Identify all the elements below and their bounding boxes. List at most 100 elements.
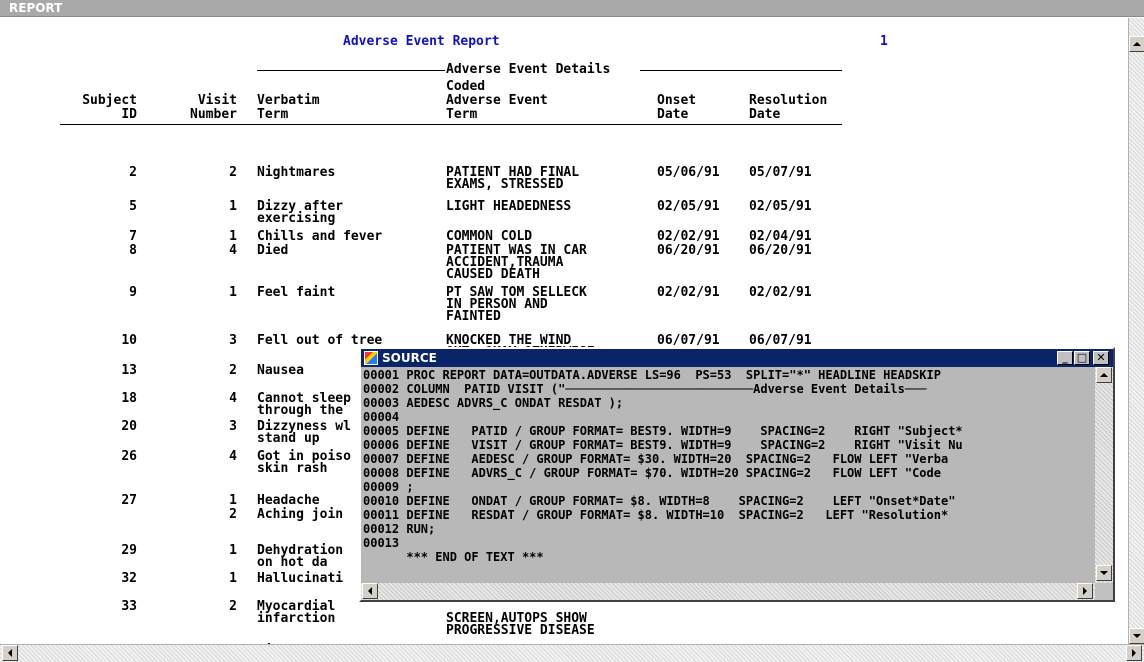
cell-visit: 2 (229, 363, 237, 378)
code-line[interactable]: 00012 RUN; (363, 523, 435, 535)
report-window-title: REPORT (0, 0, 1144, 17)
scroll-right-button[interactable] (1126, 645, 1142, 661)
cell-verbatim-cont: through the (257, 403, 344, 418)
col-header-coded-2: Adverse Event (446, 93, 548, 108)
cell-verbatim: Fell out of tree (257, 333, 383, 348)
cell-subject: 20 (121, 419, 137, 434)
cell-visit: 2 (229, 507, 237, 522)
group-header-rule-right (640, 70, 842, 71)
code-line[interactable]: 00011 DEFINE RESDAT / GROUP FORMAT= $8. … (363, 509, 948, 521)
source-vertical-scrollbar[interactable] (1095, 367, 1113, 583)
source-scroll-right-button[interactable] (1077, 583, 1093, 599)
left-arrow-icon (8, 649, 12, 657)
down-arrow-icon (1133, 634, 1141, 638)
cell-visit: 1 (229, 493, 237, 508)
close-button[interactable]: ✕ (1093, 351, 1109, 365)
cell-coded-cont: PROGRESSIVE DISEASE (446, 623, 595, 638)
cell-visit: 1 (229, 285, 237, 300)
cell-verbatim: Nightmares (257, 165, 336, 180)
report-title: Adverse Event Report (343, 34, 500, 49)
page-number: 1 (880, 34, 888, 49)
scroll-down-button[interactable] (1129, 628, 1144, 644)
cell-onset: 06/20/91 (657, 243, 720, 258)
code-line[interactable]: 00008 DEFINE ADVRS_C / GROUP FORMAT= $70… (363, 467, 941, 479)
cell-visit: 3 (229, 333, 237, 348)
report-vertical-scrollbar[interactable] (1128, 18, 1144, 644)
code-line[interactable]: 00004 (363, 411, 399, 423)
code-line[interactable]: 00002 COLUMN PATID VISIT ("─────────────… (363, 383, 927, 395)
cell-subject: 2 (129, 165, 137, 180)
cell-subject: 13 (121, 363, 137, 378)
cell-subject: 8 (129, 243, 137, 258)
sas-app-icon (364, 351, 378, 365)
source-code-editor[interactable]: 00001 PROC REPORT DATA=OUTDATA.ADVERSE L… (361, 367, 1095, 583)
maximize-button[interactable]: □ (1074, 351, 1090, 365)
cell-onset: 02/05/91 (657, 199, 720, 214)
source-scroll-down-button[interactable] (1096, 565, 1112, 581)
cell-subject: 7 (129, 229, 137, 244)
col-header-subject-2: ID (121, 107, 137, 122)
code-line[interactable]: 00010 DEFINE ONDAT / GROUP FORMAT= $8. W… (363, 495, 955, 507)
group-header: Adverse Event Details (446, 62, 611, 77)
source-horizontal-scrollbar[interactable] (361, 583, 1095, 600)
source-window-title: SOURCE (382, 351, 437, 365)
report-horizontal-scrollbar[interactable] (0, 644, 1144, 662)
down-arrow-icon (1100, 571, 1108, 575)
up-arrow-icon (1133, 42, 1141, 46)
cell-resolution: 05/07/91 (749, 165, 812, 180)
cell-subject: 9 (129, 285, 137, 300)
cell-verbatim: Headache (257, 493, 320, 508)
up-arrow-icon (1100, 373, 1108, 377)
col-header-verbatim-1: Verbatim (257, 93, 320, 108)
col-header-onset-1: Onset (657, 93, 697, 108)
cell-subject: 10 (121, 333, 137, 348)
cell-subject: 5 (129, 199, 137, 214)
header-underline (60, 124, 842, 125)
code-line[interactable]: 00005 DEFINE PATID / GROUP FORMAT= BEST9… (363, 425, 963, 437)
cell-verbatim-cont: exercising (257, 211, 336, 226)
col-header-visit-1: Visit (197, 93, 237, 108)
resize-grip-icon[interactable] (1095, 583, 1113, 600)
source-window-titlebar[interactable]: SOURCE _ □ ✕ (361, 349, 1113, 367)
scroll-left-button[interactable] (2, 645, 18, 661)
source-scroll-up-button[interactable] (1096, 367, 1112, 383)
code-line[interactable]: 00009 ; (363, 481, 414, 493)
code-line[interactable]: 00001 PROC REPORT DATA=OUTDATA.ADVERSE L… (363, 369, 941, 381)
source-window[interactable]: SOURCE _ □ ✕ 00001 PROC REPORT DATA=OUTD… (359, 347, 1115, 602)
cell-subject: 27 (121, 493, 137, 508)
cell-verbatim: Died (257, 243, 289, 258)
group-header-rule-left (257, 70, 445, 71)
col-header-resolution-1: Resolution (749, 93, 828, 108)
source-scroll-left-button[interactable] (362, 583, 378, 599)
code-line[interactable]: *** END OF TEXT *** (363, 551, 543, 563)
cell-verbatim-cont: stand up (257, 431, 320, 446)
cell-resolution: 02/05/91 (749, 199, 812, 214)
minimize-button[interactable]: _ (1057, 351, 1073, 365)
cell-coded-cont: EXAMS, STRESSED (446, 177, 564, 192)
cell-coded: COMMON COLD (446, 229, 533, 244)
cell-onset: 06/07/91 (657, 333, 720, 348)
code-line[interactable]: 00006 DEFINE VISIT / GROUP FORMAT= BEST9… (363, 439, 963, 451)
code-line[interactable]: 00007 DEFINE AEDESC / GROUP FORMAT= $30.… (363, 453, 948, 465)
col-header-visit-2: Number (190, 107, 237, 122)
cell-subject: 18 (121, 391, 137, 406)
code-line[interactable]: 00003 AEDESC ADVRS_C ONDAT RESDAT ); (363, 397, 623, 409)
cell-subject: 32 (121, 571, 137, 586)
cell-resolution: 06/07/91 (749, 333, 812, 348)
cell-resolution: 06/20/91 (749, 243, 812, 258)
code-line[interactable]: 00013 (363, 537, 399, 549)
cell-coded-cont: CAUSED DEATH (446, 267, 540, 282)
scroll-up-button[interactable] (1129, 36, 1144, 52)
col-header-verbatim-2: Term (257, 107, 289, 122)
cell-coded-cont: FAINTED (446, 309, 501, 324)
cell-visit: 1 (229, 229, 237, 244)
cell-visit: 1 (229, 543, 237, 558)
cell-onset: 02/02/91 (657, 285, 720, 300)
cell-verbatim: Hallucinati (257, 571, 344, 586)
cell-visit: 2 (229, 165, 237, 180)
cell-subject: 26 (121, 449, 137, 464)
cell-verbatim-cont: skin rash (257, 461, 328, 476)
cell-resolution: 02/04/91 (749, 229, 812, 244)
col-header-coded-1: Coded (446, 79, 486, 94)
col-header-subject-1: Subject (82, 93, 137, 108)
